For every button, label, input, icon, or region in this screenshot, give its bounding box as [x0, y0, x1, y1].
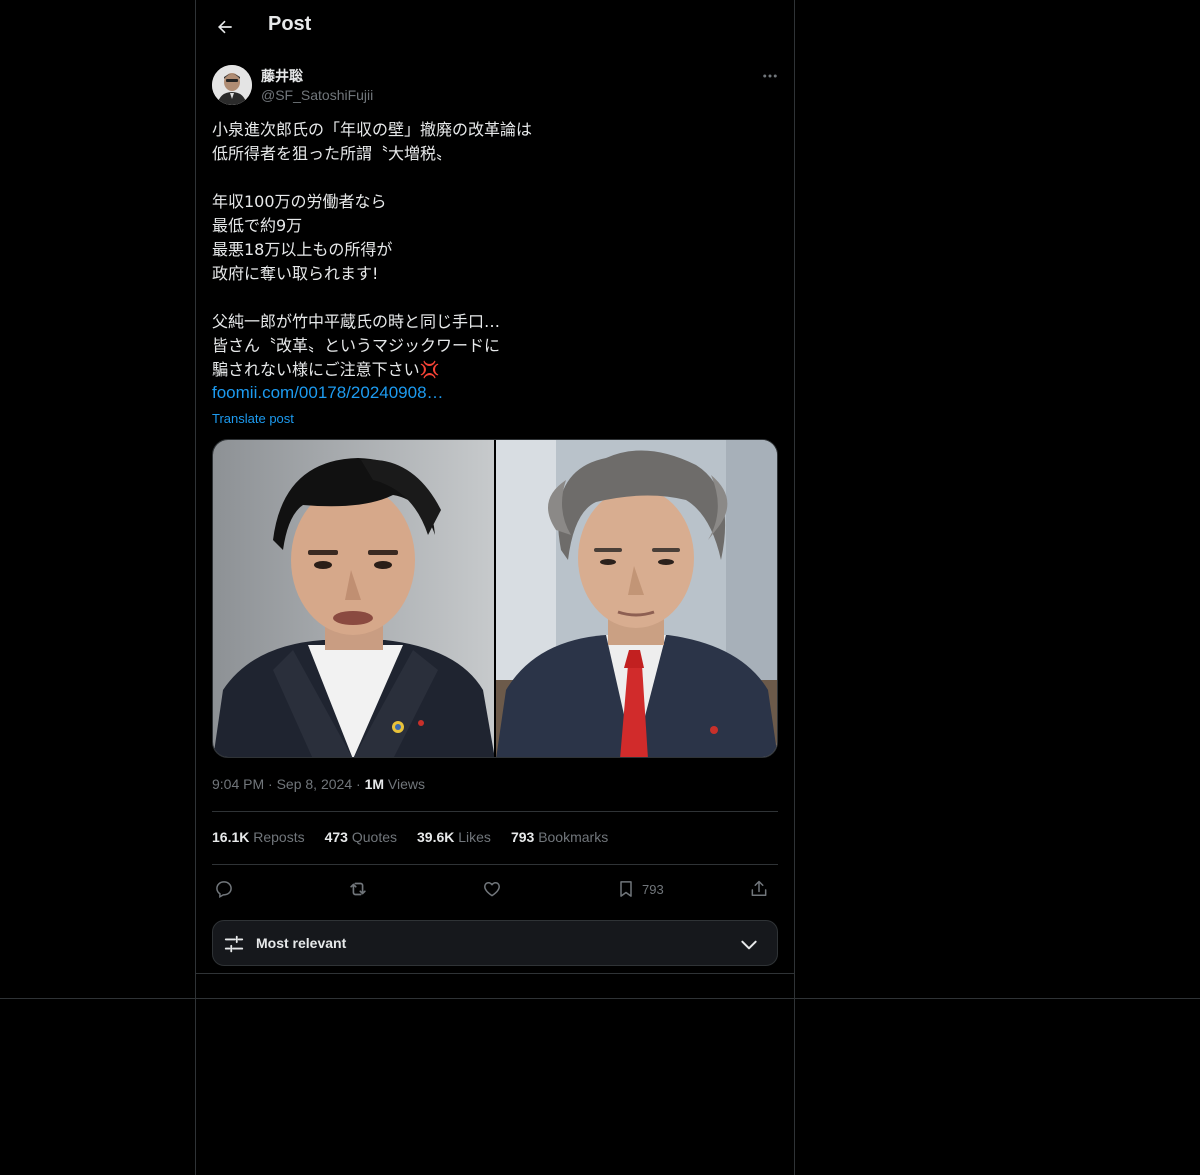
post-meta: 9:04 PM · Sep 8, 2024 · 1M Views: [212, 776, 425, 792]
reply-button[interactable]: [214, 874, 234, 904]
quotes-stat[interactable]: 473 Quotes: [325, 829, 397, 845]
share-button[interactable]: [749, 874, 769, 904]
more-horizontal-icon: [763, 74, 777, 78]
post-text-line: 皆さん〝改革〟というマジックワードに: [212, 336, 501, 355]
author-name[interactable]: 藤井聡: [261, 66, 303, 86]
post-text-line: 小泉進次郎氏の「年収の壁」撤廃の改革論は: [212, 120, 533, 139]
reply-sort-dropdown[interactable]: Most relevant: [212, 920, 778, 966]
bookmark-icon: [620, 881, 632, 897]
post-text-line: 騙されない様にご注意下さい💢: [212, 360, 440, 379]
engagement-stats: 16.1K Reposts 473 Quotes 39.6K Likes 793…: [212, 829, 608, 845]
page-header: Post: [196, 0, 794, 54]
avatar[interactable]: [212, 65, 252, 105]
bookmark-button[interactable]: 793: [616, 874, 664, 904]
bookmark-count: 793: [642, 881, 664, 897]
reposts-stat[interactable]: 16.1K Reposts: [212, 829, 305, 845]
author-handle[interactable]: @SF_SatoshiFujii: [261, 87, 373, 103]
bookmarks-stat[interactable]: 793 Bookmarks: [511, 829, 608, 845]
post-text-line: 年収100万の労働者なら: [212, 192, 387, 211]
views-label: Views: [387, 776, 425, 792]
divider: [212, 811, 778, 812]
sliders-icon: [224, 935, 244, 953]
views-count: 1M: [364, 776, 385, 792]
post-text-line: 低所得者を狙った所謂〝大増税〟: [212, 144, 453, 163]
chevron-down-icon: [741, 940, 757, 950]
page-title: Post: [268, 13, 312, 35]
post-media[interactable]: [212, 439, 778, 758]
post-link[interactable]: foomii.com/00178/20240908…: [212, 383, 444, 403]
heart-icon: [484, 882, 500, 897]
post-text: 小泉進次郎氏の「年収の壁」撤廃の改革論は 低所得者を狙った所謂〝大増税〟 年収1…: [212, 118, 778, 382]
more-button[interactable]: [758, 64, 782, 88]
reply-icon: [216, 881, 232, 899]
action-bar: 793: [212, 874, 778, 904]
divider: [196, 973, 794, 974]
repost-button[interactable]: [347, 874, 369, 904]
likes-stat[interactable]: 39.6K Likes: [417, 829, 491, 845]
share-icon: [751, 880, 767, 896]
divider: [0, 998, 1200, 999]
like-button[interactable]: [482, 874, 502, 904]
media-image-left[interactable]: [213, 440, 494, 757]
post-text-line: [212, 286, 778, 310]
post-text-line: 父純一郎が竹中平蔵氏の時と同じ手口…: [212, 312, 501, 331]
post-date[interactable]: Sep 8, 2024: [277, 776, 353, 792]
post-text-line: 政府に奪い取られます!: [212, 264, 379, 283]
repost-icon: [350, 882, 366, 896]
post-text-line: [212, 166, 778, 190]
post-text-line: 最低で約9万: [212, 216, 303, 235]
arrow-left-icon: [218, 20, 232, 34]
avatar-image: [212, 65, 252, 105]
divider: [212, 864, 778, 865]
post-time[interactable]: 9:04 PM: [212, 776, 264, 792]
media-image-right[interactable]: [496, 440, 777, 757]
translate-post-link[interactable]: Translate post: [212, 411, 294, 426]
back-button[interactable]: [208, 10, 242, 44]
sort-label: Most relevant: [256, 935, 347, 951]
post-text-line: 最悪18万以上もの所得が: [212, 240, 393, 259]
